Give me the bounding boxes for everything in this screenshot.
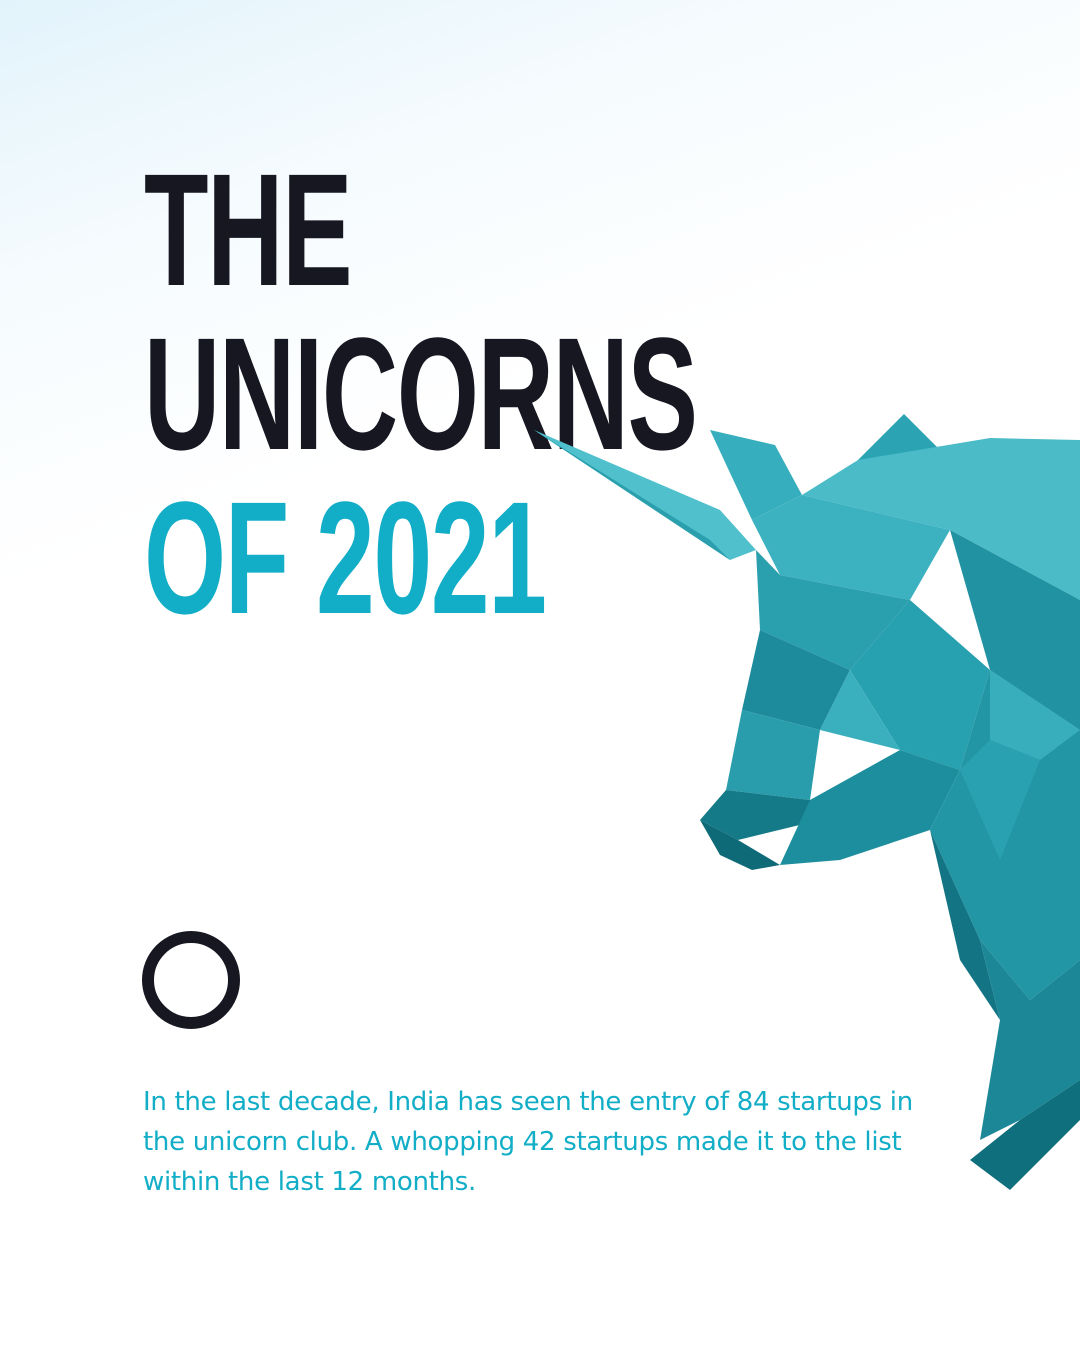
unicorn-horn-shade <box>534 430 730 560</box>
circle-outline-icon <box>142 931 240 1029</box>
unicorn-head-illustration <box>534 414 1080 1190</box>
title-line-the: THE <box>144 140 353 319</box>
intro-paragraph: In the last decade, India has seen the e… <box>143 1087 913 1197</box>
